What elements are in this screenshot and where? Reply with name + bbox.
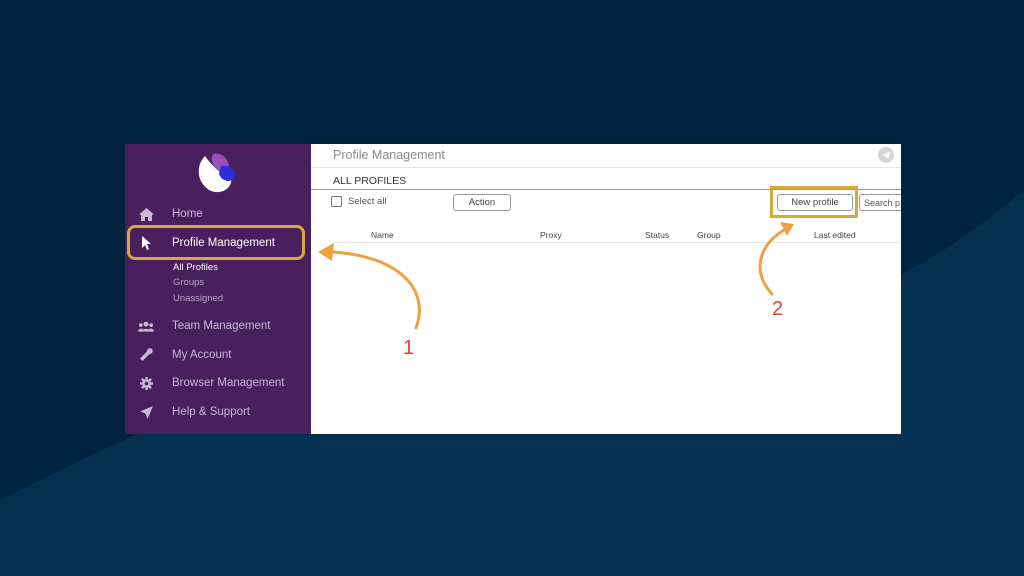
column-header-name[interactable]: Name (371, 230, 394, 240)
logo-icon (198, 153, 236, 193)
select-all-label: Select all (348, 196, 387, 207)
select-all-checkbox[interactable] (331, 196, 342, 207)
sidebar-item-home[interactable]: Home (125, 201, 311, 227)
column-header-last-edited[interactable]: Last edited (814, 230, 856, 240)
sidebar-item-label: Home (172, 208, 203, 220)
sidebar-item-label: My Account (172, 349, 232, 361)
highlight-profile-management (127, 225, 305, 260)
sidebar-item-label: Browser Management (172, 377, 285, 389)
wrench-icon (138, 347, 154, 363)
telegram-icon[interactable] (878, 147, 894, 163)
action-button[interactable]: Action (453, 194, 511, 211)
sidebar-item-my-account[interactable]: My Account (125, 342, 311, 368)
sidebar-item-label: Help & Support (172, 406, 250, 418)
home-icon (138, 206, 154, 222)
divider (333, 242, 901, 243)
sidebar-subitem-all-profiles[interactable]: All Profiles (173, 262, 218, 273)
column-header-status[interactable]: Status (645, 230, 669, 240)
column-header-proxy[interactable]: Proxy (540, 230, 562, 240)
annotation-label-2: 2 (772, 298, 784, 320)
app-window: Home Profile Management All Profiles Gro… (125, 144, 901, 434)
sidebar-item-browser-management[interactable]: Browser Management (125, 370, 311, 396)
search-input[interactable]: Search p (859, 194, 901, 211)
users-icon (138, 318, 154, 334)
highlight-new-profile (770, 186, 858, 218)
send-icon (138, 404, 154, 420)
sidebar-item-label: Team Management (172, 320, 271, 332)
sidebar-subitem-unassigned[interactable]: Unassigned (173, 293, 223, 304)
divider (311, 167, 901, 168)
page-title: Profile Management (333, 148, 445, 162)
sidebar-subitem-groups[interactable]: Groups (173, 277, 204, 288)
annotation-label-1: 1 (403, 337, 415, 359)
sidebar: Home Profile Management All Profiles Gro… (125, 144, 311, 434)
section-title: ALL PROFILES (333, 175, 407, 187)
sidebar-item-team-management[interactable]: Team Management (125, 313, 311, 339)
select-all[interactable]: Select all (331, 196, 387, 207)
column-header-group[interactable]: Group (697, 230, 721, 240)
sidebar-item-help-support[interactable]: Help & Support (125, 399, 311, 425)
gear-icon (138, 375, 154, 391)
